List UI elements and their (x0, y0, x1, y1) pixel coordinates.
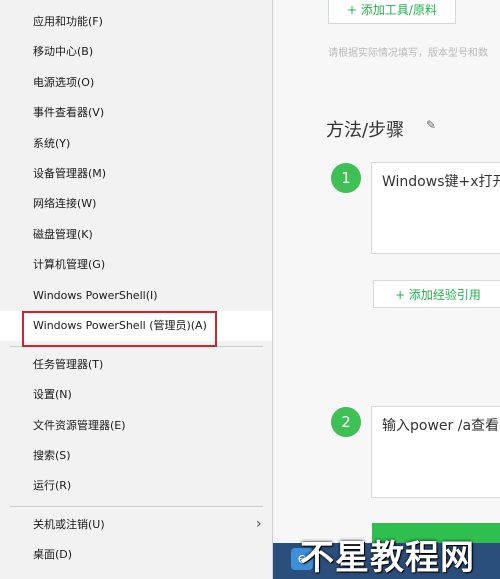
winx-context-menu: 应用和功能(F) 移动中心(B) 电源选项(O) 事件查看器(V) 系统(Y) … (0, 0, 273, 579)
menu-item-mobility-center[interactable]: 移动中心(B) (0, 37, 272, 67)
steps-heading: 方法/步骤 (326, 120, 405, 141)
step-text-box-2[interactable]: 输入power /a查看 (371, 406, 500, 498)
step-number-1: 1 (331, 163, 361, 193)
step-number-2: 2 (331, 407, 361, 437)
menu-item-shutdown-signout[interactable]: 关机或注销(U) (0, 510, 272, 540)
add-tool-button[interactable]: + 添加工具/原料 (328, 0, 456, 24)
watermark: 不星教程网 (300, 538, 475, 578)
menu-item-run[interactable]: 运行(R) (0, 471, 272, 501)
edit-pencil-icon[interactable]: ✎ (426, 118, 436, 132)
add-experience-button[interactable]: + 添加经验引用 (373, 280, 500, 308)
menu-item-disk-management[interactable]: 磁盘管理(K) (0, 220, 272, 250)
menu-item-device-manager[interactable]: 设备管理器(M) (0, 159, 272, 189)
menu-item-network-connections[interactable]: 网络连接(W) (0, 189, 272, 219)
step-text-box-1[interactable]: Windows键+x打开 (371, 162, 500, 254)
menu-item-search[interactable]: 搜索(S) (0, 441, 272, 471)
chevron-right-icon: › (256, 516, 262, 532)
menu-item-apps-features[interactable]: 应用和功能(F) (0, 7, 272, 37)
menu-item-file-explorer[interactable]: 文件资源管理器(E) (0, 411, 272, 441)
menu-item-power-options[interactable]: 电源选项(O) (0, 68, 272, 98)
menu-divider (10, 506, 263, 507)
menu-item-event-viewer[interactable]: 事件查看器(V) (0, 98, 272, 128)
menu-item-computer-management[interactable]: 计算机管理(G) (0, 250, 272, 280)
menu-item-powershell[interactable]: Windows PowerShell(I) (0, 281, 272, 311)
highlight-box (22, 311, 217, 347)
menu-item-desktop[interactable]: 桌面(D) (0, 540, 272, 570)
hint-text: 请根据实际情况填写，版本型号和数 (328, 48, 488, 59)
menu-item-system[interactable]: 系统(Y) (0, 129, 272, 159)
menu-item-task-manager[interactable]: 任务管理器(T) (0, 350, 272, 380)
menu-item-settings[interactable]: 设置(N) (0, 380, 272, 410)
